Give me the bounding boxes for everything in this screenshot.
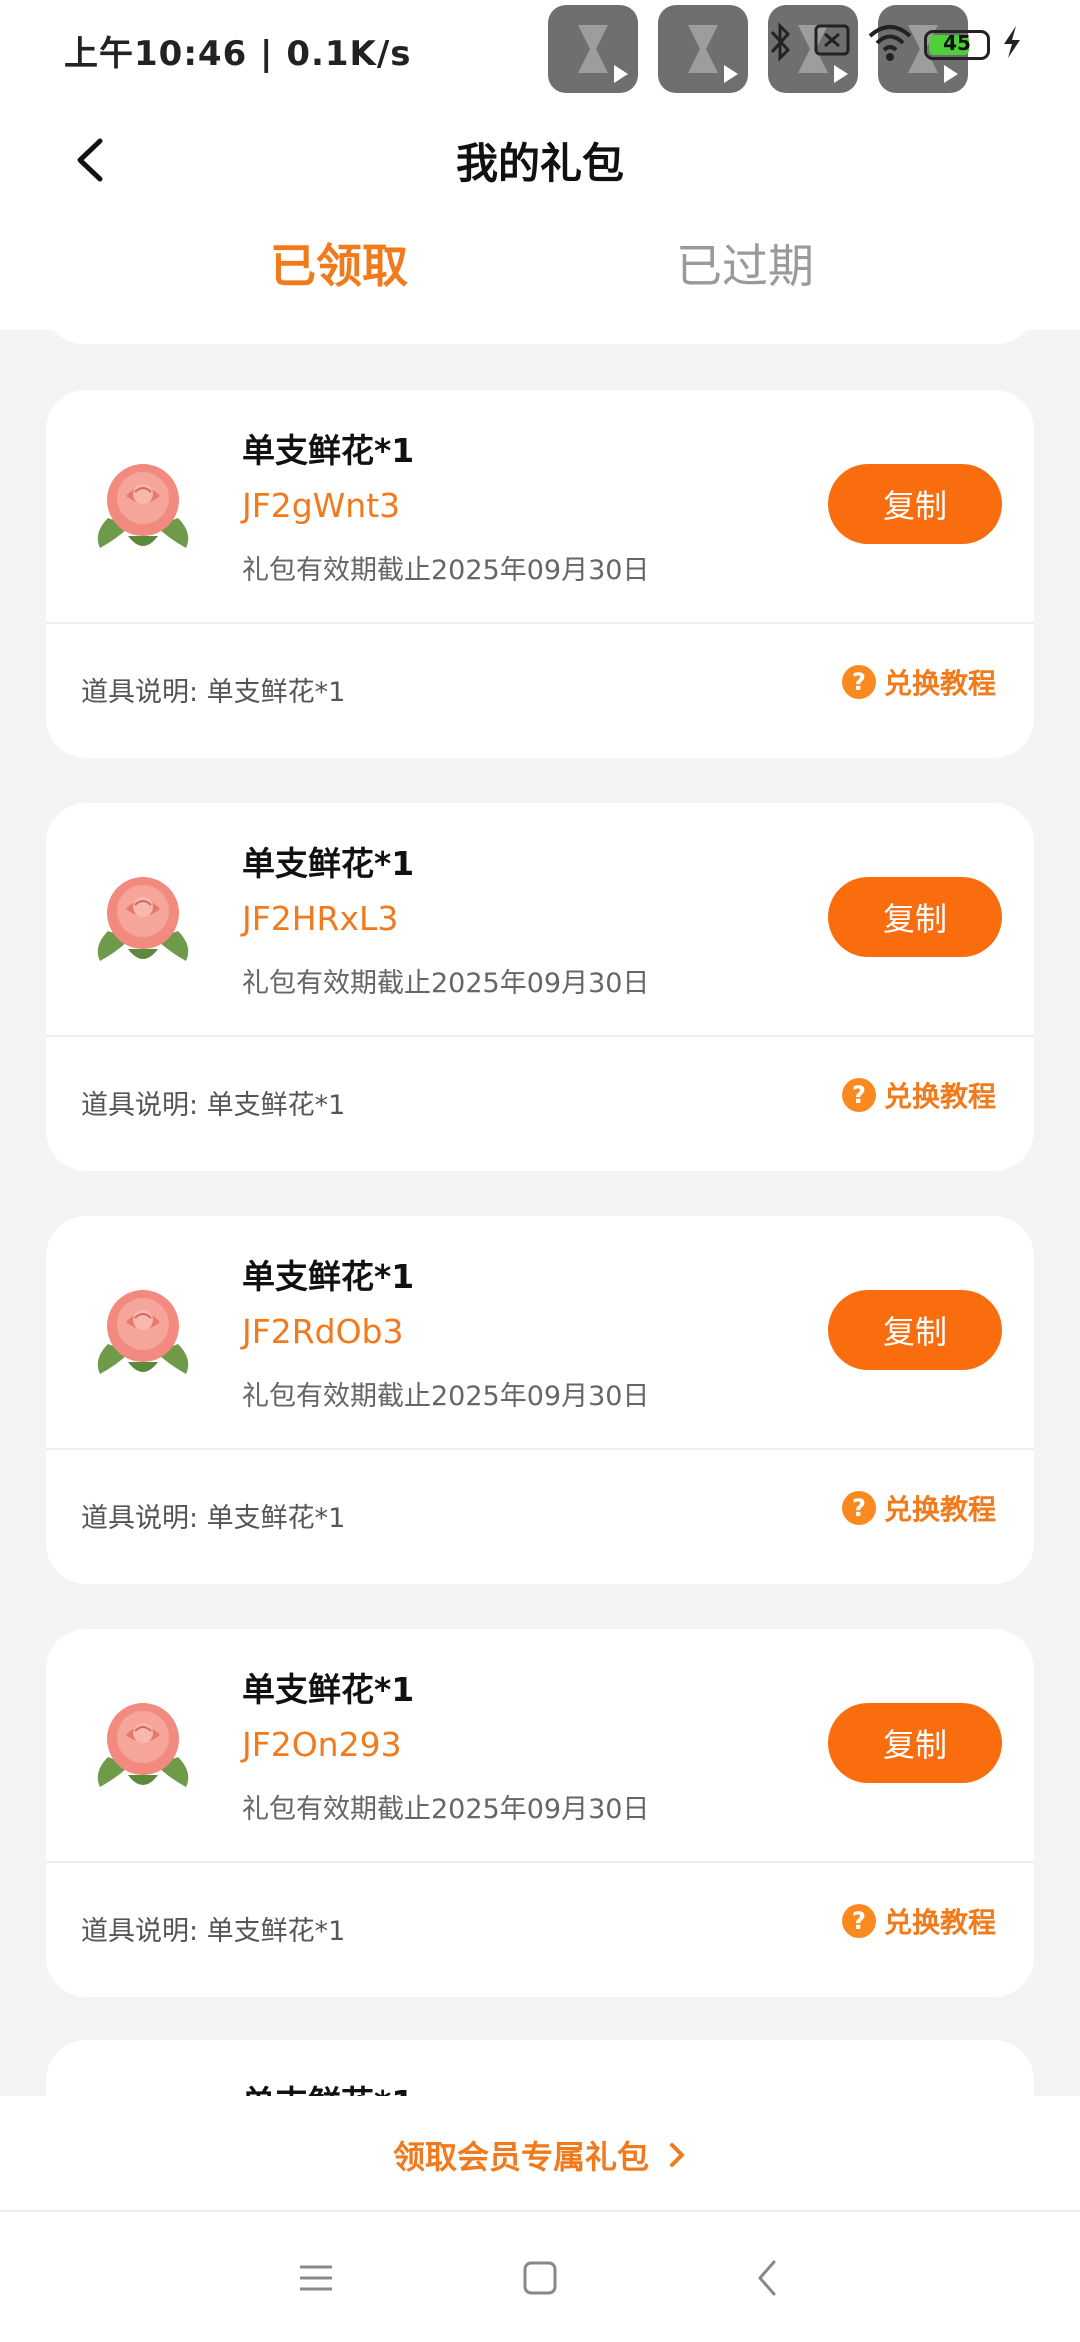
nav-back-button[interactable] bbox=[738, 2248, 798, 2308]
gift-card-main: 单支鲜花*1 JF2On293 礼包有效期截止2025年09月30日 复制 bbox=[46, 1629, 1034, 1861]
home-button[interactable] bbox=[510, 2248, 570, 2308]
item-description: 道具说明: 单支鲜花*1 bbox=[81, 1090, 346, 1121]
gift-name: 单支鲜花*1 bbox=[242, 1257, 415, 1296]
gift-card-main: 单支鲜花*1 JF2gWnt3 礼包有效期截止2025年09月30日 复制 bbox=[46, 390, 1034, 622]
back-icon bbox=[758, 2260, 776, 2296]
gift-expiry: 礼包有效期截止2025年09月30日 bbox=[242, 1794, 650, 1825]
menu-button[interactable] bbox=[286, 2248, 346, 2308]
member-gift-bar: 领取会员专属礼包 bbox=[0, 2096, 1080, 2210]
item-description: 道具说明: 单支鲜花*1 bbox=[81, 1916, 346, 1947]
chevron-right-icon bbox=[670, 2143, 684, 2167]
tab-received[interactable]: 已领取 bbox=[270, 230, 408, 296]
item-description: 道具说明: 单支鲜花*1 bbox=[81, 1503, 346, 1534]
redeem-tutorial-link[interactable]: ? 兑换教程 bbox=[842, 662, 996, 702]
question-icon: ? bbox=[842, 1078, 876, 1112]
copy-button[interactable]: 复制 bbox=[828, 1703, 1002, 1783]
redeem-tutorial-link[interactable]: ? 兑换教程 bbox=[842, 1488, 996, 1528]
status-bar: 上午10:46 | 0.1K/s 45 bbox=[0, 0, 1080, 110]
partial-card-top bbox=[46, 300, 1034, 344]
divider bbox=[46, 1448, 1034, 1450]
tab-expired[interactable]: 已过期 bbox=[676, 230, 814, 296]
gift-code: JF2RdOb3 bbox=[242, 1312, 404, 1351]
question-icon: ? bbox=[842, 665, 876, 699]
gift-card-main: 单支鲜花*1 JF2RdOb3 礼包有效期截止2025年09月30日 复制 bbox=[46, 1216, 1034, 1448]
rose-icon bbox=[97, 464, 189, 548]
bluetooth-icon bbox=[770, 22, 791, 62]
redeem-tutorial-link[interactable]: ? 兑换教程 bbox=[842, 1901, 996, 1941]
page-title: 我的礼包 bbox=[455, 139, 624, 188]
redeem-tutorial-link[interactable]: ? 兑换教程 bbox=[842, 1075, 996, 1115]
status-time: 上午10:46 | 0.1K/s bbox=[64, 34, 412, 74]
copy-button[interactable]: 复制 bbox=[828, 877, 1002, 957]
question-icon: ? bbox=[842, 1904, 876, 1938]
menu-icon bbox=[300, 2265, 332, 2291]
gift-card: 单支鲜花*1 JF2gWnt3 礼包有效期截止2025年09月30日 复制 道具… bbox=[46, 390, 1034, 758]
app-notification-icon bbox=[658, 5, 748, 93]
gift-code: JF2gWnt3 bbox=[242, 486, 401, 525]
gift-expiry: 礼包有效期截止2025年09月30日 bbox=[242, 968, 650, 999]
question-icon: ? bbox=[842, 1491, 876, 1525]
item-description: 道具说明: 单支鲜花*1 bbox=[81, 677, 346, 708]
sim-icon bbox=[814, 24, 850, 56]
page-header: 我的礼包 已领取 已过期 bbox=[0, 110, 1080, 330]
wifi-icon bbox=[868, 25, 912, 61]
gift-name: 单支鲜花*1 bbox=[242, 844, 415, 883]
rose-icon bbox=[97, 1703, 189, 1787]
gift-expiry: 礼包有效期截止2025年09月30日 bbox=[242, 1381, 650, 1412]
battery-level: 45 bbox=[943, 31, 971, 55]
gift-code: JF2HRxL3 bbox=[242, 899, 399, 938]
gift-name: 单支鲜花*1 bbox=[242, 431, 415, 470]
battery-icon: 45 bbox=[924, 30, 990, 60]
gift-expiry: 礼包有效期截止2025年09月30日 bbox=[242, 555, 650, 586]
redeem-tutorial-label: 兑换教程 bbox=[884, 1906, 997, 1939]
divider bbox=[46, 1035, 1034, 1037]
member-gift-label: 领取会员专属礼包 bbox=[392, 2138, 649, 2176]
gift-card: 单支鲜花*1 JF2On293 礼包有效期截止2025年09月30日 复制 道具… bbox=[46, 1629, 1034, 1997]
home-icon bbox=[523, 2261, 557, 2295]
gift-card: 单支鲜花*1 JF2HRxL3 礼包有效期截止2025年09月30日 复制 道具… bbox=[46, 803, 1034, 1171]
copy-button[interactable]: 复制 bbox=[828, 1290, 1002, 1370]
system-nav-bar bbox=[0, 2210, 1080, 2342]
gift-code: JF2On293 bbox=[242, 1725, 402, 1764]
gift-card: 单支鲜花*1 JF2RdOb3 礼包有效期截止2025年09月30日 复制 道具… bbox=[46, 1216, 1034, 1584]
divider bbox=[46, 1861, 1034, 1863]
gift-card-main: 单支鲜花*1 JF2HRxL3 礼包有效期截止2025年09月30日 复制 bbox=[46, 803, 1034, 1035]
charging-icon bbox=[1004, 26, 1020, 58]
copy-button[interactable]: 复制 bbox=[828, 464, 1002, 544]
member-gift-link[interactable]: 领取会员专属礼包 bbox=[0, 2132, 1080, 2178]
rose-icon bbox=[97, 1290, 189, 1374]
redeem-tutorial-label: 兑换教程 bbox=[884, 667, 997, 700]
redeem-tutorial-label: 兑换教程 bbox=[884, 1080, 997, 1113]
rose-icon bbox=[97, 877, 189, 961]
redeem-tutorial-label: 兑换教程 bbox=[884, 1493, 997, 1526]
divider bbox=[46, 622, 1034, 624]
app-notification-icon bbox=[548, 5, 638, 93]
gift-name: 单支鲜花*1 bbox=[242, 1670, 415, 1709]
